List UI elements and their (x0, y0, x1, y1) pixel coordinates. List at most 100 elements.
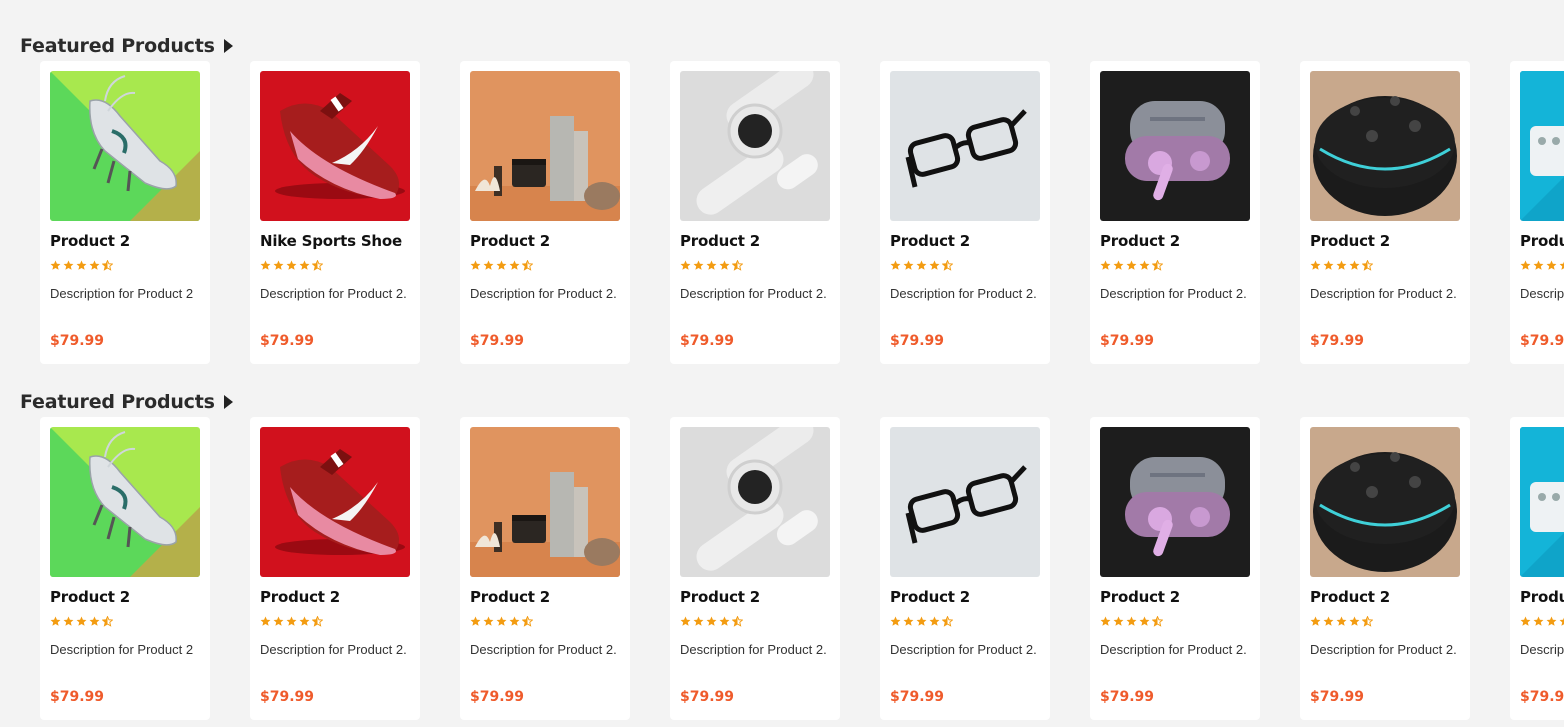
cosmetics-image[interactable] (470, 71, 620, 221)
star-icon (693, 616, 704, 626)
play-arrow-icon (223, 395, 233, 409)
product-card[interactable]: Product 2 Description for Product 2. $79.… (670, 61, 840, 364)
rating-stars (1310, 260, 1373, 271)
product-name[interactable]: Product 2 (890, 588, 970, 606)
product-card[interactable]: Product 2 Description for Product 2. $79.… (670, 417, 840, 720)
product-name[interactable]: Nike Sports Shoe (260, 232, 402, 250)
product-card[interactable]: Product 2 Description for Product 2. $79.… (1090, 417, 1260, 720)
product-price: $79.99 (470, 689, 525, 705)
product-card[interactable]: Product 2 Description for Product 2 $79.9… (40, 417, 210, 720)
star-icon (1520, 260, 1531, 270)
product-card[interactable]: Product 2 Description for Product 2. $79.… (880, 61, 1050, 364)
product-name[interactable]: Product 2 (1310, 232, 1390, 250)
product-card[interactable]: Product 2 Description for Product 2. $79.… (250, 417, 420, 720)
star-icon (89, 260, 100, 270)
product-row[interactable]: Product 2 Description for Product 2 $79.9… (0, 417, 1564, 727)
product-description: Description for Product 2. (1520, 642, 1564, 657)
product-price: $79.99 (890, 689, 945, 705)
product-description: Description for Product 2. (680, 286, 827, 301)
product-price: $79.99 (260, 333, 315, 349)
rating-stars (50, 616, 113, 627)
product-name[interactable]: Product 2 (50, 232, 130, 250)
product-description: Description for Product 2. (680, 642, 827, 657)
product-name[interactable]: Product 2 (1520, 588, 1564, 606)
product-card[interactable]: Product 2 Description for Product 2. $79.… (1090, 61, 1260, 364)
star-icon (1139, 616, 1150, 626)
star-icon (63, 616, 74, 626)
product-name[interactable]: Product 2 (890, 232, 970, 250)
product-description: Description for Product 2. (260, 642, 407, 657)
star-icon (1336, 260, 1347, 270)
star-icon (693, 260, 704, 270)
product-row[interactable]: Product 2 Description for Product 2 $79.9… (0, 61, 1564, 371)
star-icon (1100, 616, 1111, 626)
star-icon (916, 616, 927, 626)
product-card[interactable]: Product 2 Description for Product 2. $79.… (1300, 417, 1470, 720)
product-description: Description for Product 2. (1310, 642, 1457, 657)
product-name[interactable]: Product 2 (470, 232, 550, 250)
star-icon (286, 260, 297, 270)
star-icon (929, 260, 940, 270)
smartwatch-image[interactable] (680, 71, 830, 221)
product-description: Description for Product 2. (890, 286, 1037, 301)
product-card[interactable]: Product 2 Description for Product 2. $79.… (1300, 61, 1470, 364)
earbuds-image[interactable] (1100, 71, 1250, 221)
product-description: Description for Product 2. (260, 286, 407, 301)
star-icon (50, 616, 61, 626)
section-header[interactable]: Featured Products (20, 391, 233, 413)
section-title: Featured Products (20, 391, 215, 413)
blue-product-image[interactable] (1520, 427, 1564, 577)
star-icon (1126, 616, 1137, 626)
star-icon (1310, 616, 1321, 626)
sneaker-image[interactable] (50, 427, 200, 577)
star-icon (916, 260, 927, 270)
product-name[interactable]: Product 2 (1100, 232, 1180, 250)
product-name[interactable]: Product 2 (1520, 232, 1564, 250)
glasses-image[interactable] (890, 427, 1040, 577)
star-icon (509, 616, 520, 626)
star-icon (102, 616, 113, 627)
product-name[interactable]: Product 2 (260, 588, 340, 606)
star-icon (1152, 260, 1163, 271)
blue-product-image[interactable] (1520, 71, 1564, 221)
glasses-image[interactable] (890, 71, 1040, 221)
star-icon (1533, 260, 1544, 270)
rating-stars (890, 260, 953, 271)
star-icon (483, 616, 494, 626)
product-description: Description for Product 2. (470, 286, 617, 301)
product-card[interactable]: Product 2 Description for Product 2. $79.… (1510, 61, 1564, 364)
star-icon (719, 616, 730, 626)
star-icon (1126, 260, 1137, 270)
star-icon (719, 260, 730, 270)
sneaker-image[interactable] (50, 71, 200, 221)
product-card[interactable]: Product 2 Description for Product 2. $79.… (460, 417, 630, 720)
star-icon (1349, 260, 1360, 270)
product-card[interactable]: Product 2 Description for Product 2. $79.… (880, 417, 1050, 720)
product-name[interactable]: Product 2 (1100, 588, 1180, 606)
smartwatch-image[interactable] (680, 427, 830, 577)
star-icon (496, 260, 507, 270)
earbuds-image[interactable] (1100, 427, 1250, 577)
star-icon (76, 616, 87, 626)
product-name[interactable]: Product 2 (470, 588, 550, 606)
smart-speaker-image[interactable] (1310, 71, 1460, 221)
star-icon (509, 260, 520, 270)
nike-shoe-image[interactable] (260, 71, 410, 221)
star-icon (273, 616, 284, 626)
product-name[interactable]: Product 2 (1310, 588, 1390, 606)
smart-speaker-image[interactable] (1310, 427, 1460, 577)
star-icon (942, 260, 953, 271)
star-icon (312, 616, 323, 627)
product-price: $79.99 (1520, 333, 1564, 349)
product-name[interactable]: Product 2 (680, 232, 760, 250)
nike-shoe-image[interactable] (260, 427, 410, 577)
cosmetics-image[interactable] (470, 427, 620, 577)
section-header[interactable]: Featured Products (20, 35, 233, 57)
product-name[interactable]: Product 2 (50, 588, 130, 606)
product-card[interactable]: Nike Sports Shoe Description for Product… (250, 61, 420, 364)
product-card[interactable]: Product 2 Description for Product 2 $79.9… (40, 61, 210, 364)
product-name[interactable]: Product 2 (680, 588, 760, 606)
product-card[interactable]: Product 2 Description for Product 2. $79.… (460, 61, 630, 364)
star-icon (1139, 260, 1150, 270)
product-card[interactable]: Product 2 Description for Product 2. $79.… (1510, 417, 1564, 720)
